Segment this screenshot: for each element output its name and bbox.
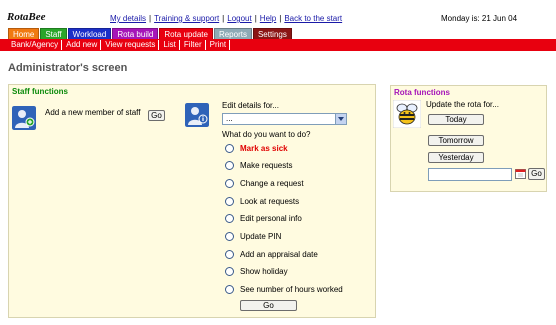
staff-panel-title: Staff functions	[12, 87, 68, 96]
rota-panel-title: Rota functions	[394, 88, 450, 97]
option-change-request[interactable]: Change a request	[225, 178, 304, 188]
link-separator: |	[222, 14, 225, 23]
option-edit-personal-info[interactable]: Edit personal info	[225, 213, 302, 223]
tab-home[interactable]: Home	[8, 28, 40, 39]
subnav-view-requests[interactable]: View requests	[102, 40, 160, 50]
logout-link[interactable]: Logout	[227, 14, 251, 23]
option-label: Make requests	[240, 160, 293, 170]
radio-button[interactable]	[225, 178, 234, 188]
add-staff-go-button[interactable]: Go	[148, 110, 165, 121]
tab-rota-update[interactable]: Rota update	[159, 28, 213, 39]
option-mark-as-sick[interactable]: Mark as sick	[225, 143, 288, 153]
top-links: My details | Training & support | Logout | Hel…	[110, 14, 342, 23]
rota-date-input[interactable]	[428, 168, 512, 181]
option-label: Update PIN	[240, 231, 282, 241]
link-separator: |	[279, 14, 282, 23]
radio-button[interactable]	[225, 196, 234, 206]
radio-button[interactable]	[225, 231, 234, 241]
subnav-print[interactable]: Print	[207, 40, 231, 50]
add-person-icon	[12, 106, 36, 130]
link-separator: |	[149, 14, 152, 23]
radio-button[interactable]	[225, 143, 234, 153]
option-show-holiday[interactable]: Show holiday	[225, 266, 288, 276]
rota-date-go-button[interactable]: Go	[528, 168, 545, 180]
option-make-requests[interactable]: Make requests	[225, 160, 292, 170]
page-title: Administrator's screen	[8, 62, 128, 74]
subnav-bank-agency[interactable]: Bank/Agency	[8, 40, 63, 50]
sub-nav: Bank/Agency Add new View requests List F…	[8, 40, 231, 50]
link-separator: |	[254, 14, 257, 23]
radio-button[interactable]	[225, 213, 234, 223]
option-update-pin[interactable]: Update PIN	[225, 231, 281, 241]
option-label: Look at requests	[240, 196, 300, 206]
option-hours-worked[interactable]: See number of hours worked	[225, 284, 343, 294]
help-link[interactable]: Help	[260, 14, 276, 23]
chevron-down-icon[interactable]	[335, 114, 346, 124]
option-look-at-requests[interactable]: Look at requests	[225, 196, 299, 206]
radio-button[interactable]	[225, 284, 234, 294]
yesterday-button[interactable]: Yesterday	[428, 152, 484, 163]
subnav-filter[interactable]: Filter	[181, 40, 206, 50]
tab-rota-build[interactable]: Rota build	[112, 28, 159, 39]
staff-select[interactable]: ...	[222, 113, 347, 125]
tab-workload[interactable]: Workload	[67, 28, 112, 39]
calendar-icon[interactable]	[515, 168, 526, 179]
tab-settings[interactable]: Settings	[252, 28, 292, 39]
option-label: Mark as sick	[240, 143, 288, 153]
back-to-start-link[interactable]: Back to the start	[284, 14, 342, 23]
action-question-label: What do you want to do?	[222, 130, 311, 139]
tomorrow-button[interactable]: Tomorrow	[428, 135, 484, 146]
add-staff-label: Add a new member of staff	[45, 108, 141, 117]
staff-action-go-button[interactable]: Go	[240, 300, 297, 311]
option-add-appraisal-date[interactable]: Add an appraisal date	[225, 249, 318, 259]
option-label: Show holiday	[240, 266, 288, 276]
radio-button[interactable]	[225, 249, 234, 259]
tab-reports[interactable]: Reports	[213, 28, 252, 39]
today-button[interactable]: Today	[428, 114, 484, 125]
radio-button[interactable]	[225, 266, 234, 276]
subnav-add-new[interactable]: Add new	[63, 40, 102, 50]
bee-icon	[393, 100, 421, 128]
app-logo: RotaBee	[7, 11, 46, 23]
radio-button[interactable]	[225, 160, 234, 170]
tab-staff[interactable]: Staff	[40, 28, 67, 39]
my-details-link[interactable]: My details	[110, 14, 146, 23]
week-date-text: Monday is: 21 Jun 04	[441, 14, 518, 23]
option-label: Add an appraisal date	[240, 249, 318, 259]
option-label: Edit personal info	[240, 213, 302, 223]
option-label: See number of hours worked	[240, 284, 343, 294]
subnav-list[interactable]: List	[160, 40, 180, 50]
option-label: Change a request	[240, 178, 304, 188]
training-support-link[interactable]: Training & support	[154, 14, 219, 23]
edit-details-label: Edit details for...	[222, 101, 279, 110]
staff-select-value: ...	[226, 114, 233, 123]
edit-person-icon	[185, 103, 209, 127]
update-rota-label: Update the rota for...	[426, 100, 499, 109]
main-tabs: Home Staff Workload Rota build Rota upda…	[8, 28, 292, 39]
